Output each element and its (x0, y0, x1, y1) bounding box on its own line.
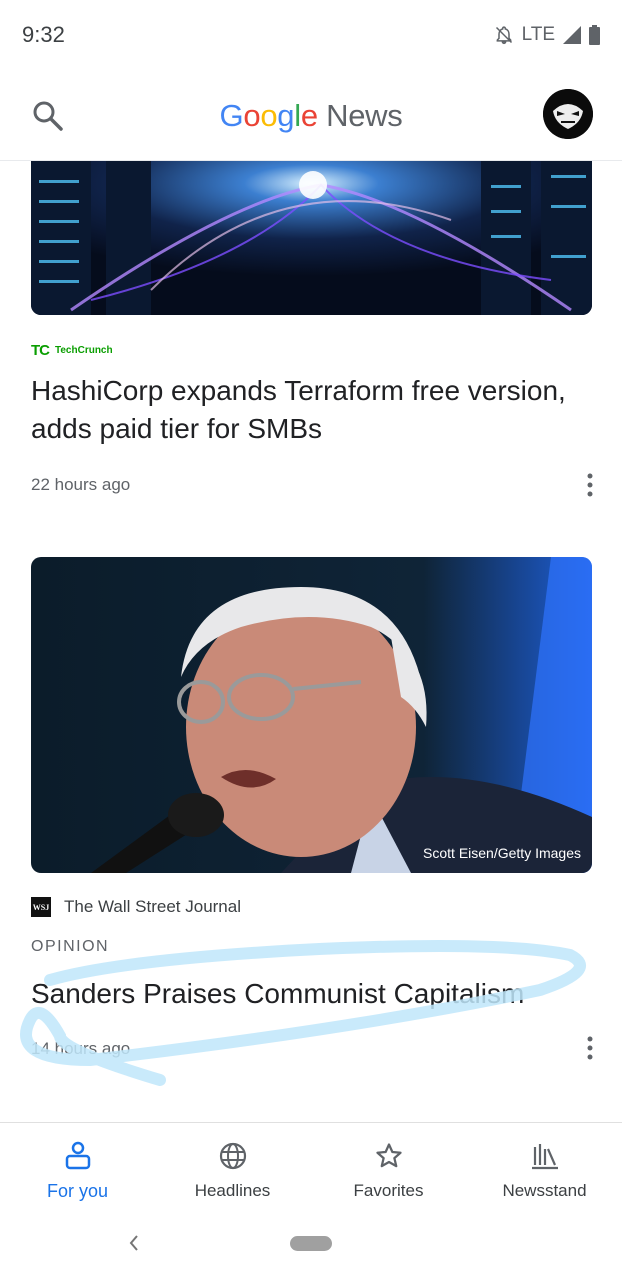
more-vert-icon (587, 473, 593, 497)
bottom-navigation: For you Headlines Favorites Newsstand (0, 1122, 622, 1219)
nav-for-you-label: For you (46, 1181, 109, 1201)
techcrunch-logo: TC (31, 342, 50, 359)
google-news-logo: Google News (219, 98, 403, 133)
system-back-button[interactable] (126, 1232, 142, 1254)
nav-favorites-label: Favorites (353, 1181, 424, 1200)
nav-headlines-label: Headlines (194, 1181, 271, 1200)
for-you-icon (65, 1141, 90, 1170)
story-2-more-button[interactable] (580, 1035, 600, 1061)
story-2-image[interactable] (31, 557, 592, 873)
star-icon (375, 1143, 402, 1168)
chevron-left-icon (129, 1235, 138, 1251)
profile-avatar[interactable] (543, 89, 593, 139)
network-label: LTE (521, 24, 555, 45)
nav-newsstand-label: Newsstand (502, 1181, 587, 1200)
bell-off-icon (495, 26, 512, 45)
image-credit: Scott Eisen/Getty Images (423, 845, 581, 861)
story-2-headline[interactable]: Sanders Praises Communist Capitalism (31, 975, 524, 1013)
story-1-source-name: TechCrunch (55, 345, 113, 356)
more-vert-icon (587, 1036, 593, 1060)
story-2-time: 14 hours ago (31, 1039, 131, 1058)
story-2-label: OPINION (31, 938, 110, 955)
story-1-time: 22 hours ago (31, 475, 131, 494)
system-home-pill[interactable] (290, 1236, 332, 1251)
status-time: 9:32 (22, 22, 65, 47)
battery-icon (589, 25, 600, 45)
signal-icon (563, 26, 581, 44)
globe-icon (219, 1142, 246, 1170)
app-header: Google News (0, 70, 622, 161)
status-icons: LTE (494, 24, 600, 46)
story-1-image[interactable] (31, 160, 592, 315)
story-1-headline[interactable]: HashiCorp expands Terraform free version… (31, 372, 571, 448)
nav-favorites[interactable]: Favorites (311, 1141, 466, 1201)
wsj-logo: WSJ (31, 897, 51, 917)
story-1-source[interactable]: TC TechCrunch (31, 342, 113, 359)
nav-newsstand[interactable]: Newsstand (467, 1141, 622, 1201)
story-2-source[interactable]: WSJ The Wall Street Journal (31, 897, 241, 917)
nav-for-you[interactable]: For you (0, 1141, 155, 1202)
story-2-source-name: The Wall Street Journal (64, 897, 241, 916)
newsstand-icon (531, 1144, 558, 1170)
story-1-more-button[interactable] (580, 472, 600, 498)
highlight-scribble (20, 940, 586, 1086)
nav-headlines[interactable]: Headlines (155, 1141, 310, 1201)
